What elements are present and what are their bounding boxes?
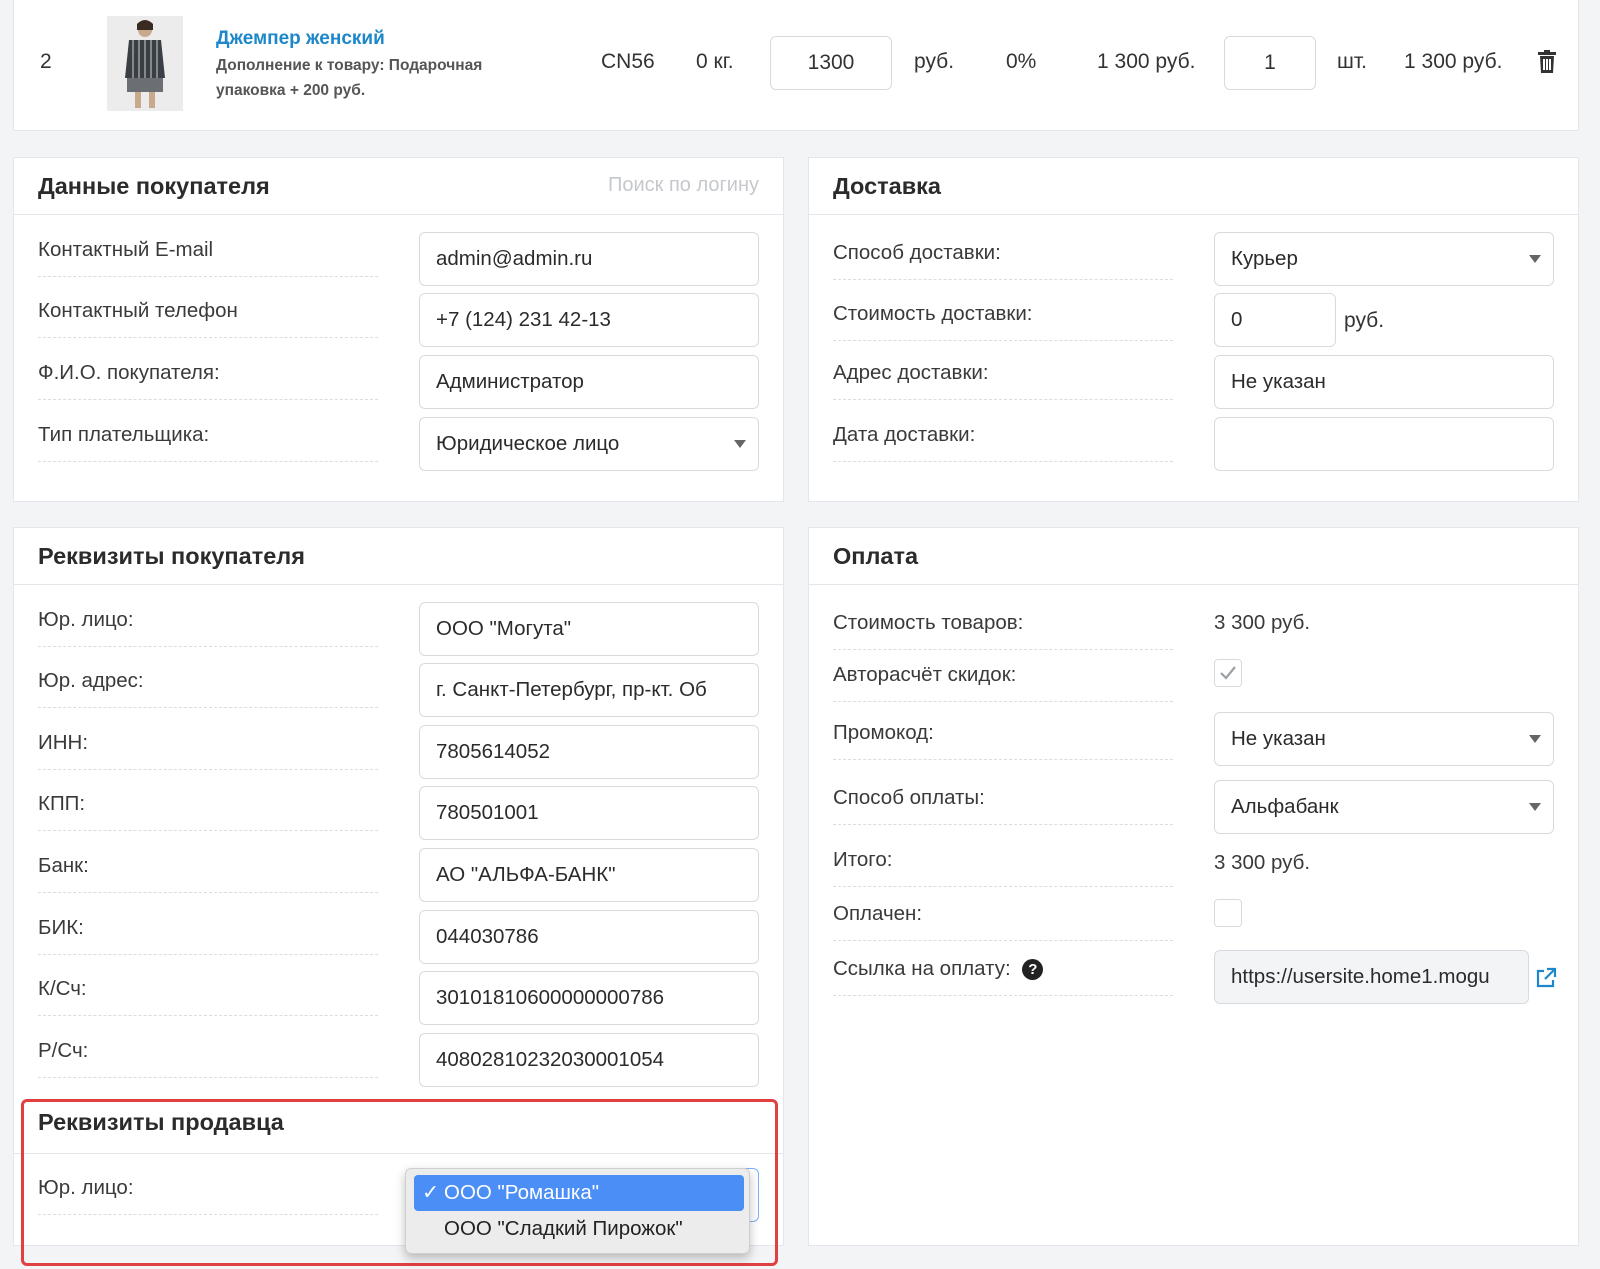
- total-label: Итого:: [833, 848, 1173, 887]
- product-code: CN56: [601, 50, 655, 73]
- seller-entity-dropdown[interactable]: ✓ ООО "Ромашка" ООО "Сладкий Пирожок": [405, 1168, 750, 1254]
- payment-method-select[interactable]: Альфабанк: [1214, 780, 1554, 834]
- delivery-address-field[interactable]: Не указан: [1214, 355, 1554, 409]
- requisite-label: КПП:: [38, 792, 378, 831]
- payment-link-label: Ссылка на оплату: ?: [833, 957, 1173, 996]
- bank-field[interactable]: АО "АЛЬФА-БАНК": [419, 848, 759, 902]
- buyer-requisites-title: Реквизиты покупателя: [38, 543, 305, 569]
- requisite-label: Юр. лицо:: [38, 608, 378, 647]
- goods-cost-value: 3 300 руб.: [1214, 611, 1311, 634]
- product-name-link[interactable]: Джемпер женский: [216, 28, 385, 50]
- requisite-label: Банк:: [38, 854, 378, 893]
- paid-label: Оплачен:: [833, 902, 1173, 941]
- delivery-method-select[interactable]: Курьер: [1214, 232, 1554, 286]
- goods-cost-label: Стоимость товаров:: [833, 611, 1173, 650]
- question-icon[interactable]: ?: [1022, 959, 1044, 980]
- email-label: Контактный E-mail: [38, 238, 378, 277]
- buyer-data-title: Данные покупателя: [38, 173, 270, 199]
- payment-link-label-text: Ссылка на оплату:: [833, 957, 1011, 980]
- delivery-method-label: Способ доставки:: [833, 241, 1173, 280]
- fio-field[interactable]: Администратор: [419, 355, 759, 409]
- settlement-account-field[interactable]: 40802810232030001054: [419, 1033, 759, 1087]
- product-weight: 0 кг.: [696, 50, 734, 73]
- payment-link-field[interactable]: https://usersite.home1.mogu: [1214, 950, 1529, 1004]
- requisite-label: Р/Сч:: [38, 1039, 378, 1078]
- paid-checkbox[interactable]: [1214, 899, 1242, 927]
- delivery-date-label: Дата доставки:: [833, 423, 1173, 462]
- checkmark-icon: ✓: [422, 1181, 440, 1204]
- payment-title: Оплата: [833, 543, 919, 569]
- buyer-data-panel: Данные покупателя Поиск по логину Контак…: [13, 157, 784, 502]
- legal-address-field[interactable]: г. Санкт-Петербург, пр-кт. Об: [419, 663, 759, 717]
- external-link-icon[interactable]: [1535, 967, 1557, 994]
- delivery-cost-field[interactable]: 0: [1214, 293, 1336, 347]
- price-total: 1 300 руб.: [1097, 50, 1196, 73]
- dropdown-option[interactable]: ООО "Сладкий Пирожок": [414, 1211, 744, 1247]
- price-input[interactable]: 1300: [770, 36, 892, 90]
- product-sum: 1 300 руб.: [1404, 50, 1503, 73]
- fio-label: Ф.И.О. покупателя:: [38, 361, 378, 400]
- inn-field[interactable]: 7805614052: [419, 725, 759, 779]
- delivery-title: Доставка: [833, 173, 941, 199]
- delivery-panel: Доставка Способ доставки: Курьер Стоимос…: [808, 157, 1579, 502]
- email-field[interactable]: admin@admin.ru: [419, 232, 759, 286]
- payment-method-label: Способ оплаты:: [833, 786, 1173, 825]
- check-icon: [1220, 666, 1236, 680]
- dropdown-option[interactable]: ✓ ООО "Ромашка": [414, 1175, 744, 1211]
- order-product-row: 2 Джемпер женский Дополнение к товару: П…: [13, 0, 1579, 131]
- autocalc-label: Авторасчёт скидок:: [833, 663, 1173, 702]
- requisite-label: Юр. адрес:: [38, 669, 378, 708]
- promo-select[interactable]: Не указан: [1214, 712, 1554, 766]
- discount: 0%: [1006, 50, 1037, 73]
- product-thumbnail[interactable]: [107, 16, 183, 111]
- delivery-cost-label: Стоимость доставки:: [833, 302, 1173, 341]
- payer-type-label: Тип плательщика:: [38, 423, 378, 462]
- product-number: 2: [40, 50, 52, 73]
- requisite-label: БИК:: [38, 916, 378, 955]
- requisite-label: ИНН:: [38, 731, 378, 770]
- dropdown-option-label: ООО "Ромашка": [444, 1181, 600, 1204]
- bik-field[interactable]: 044030786: [419, 910, 759, 964]
- trash-icon[interactable]: [1537, 50, 1557, 74]
- delivery-date-field[interactable]: [1214, 417, 1554, 471]
- product-addon: Дополнение к товару: Подарочная упаковка…: [216, 57, 483, 99]
- payer-type-select[interactable]: Юридическое лицо: [419, 417, 759, 471]
- quantity-input[interactable]: 1: [1224, 36, 1316, 90]
- dropdown-option-label: ООО "Сладкий Пирожок": [444, 1217, 683, 1240]
- login-search-input[interactable]: Поиск по логину: [608, 174, 759, 197]
- corr-account-field[interactable]: 30101810600000000786: [419, 971, 759, 1025]
- delivery-cost-unit: руб.: [1344, 309, 1385, 332]
- requisite-label: К/Сч:: [38, 977, 378, 1016]
- payment-panel: Оплата Стоимость товаров: 3 300 руб. Авт…: [808, 527, 1579, 1246]
- phone-field[interactable]: +7 (124) 231 42-13: [419, 293, 759, 347]
- delivery-address-label: Адрес доставки:: [833, 361, 1173, 400]
- legal-entity-field[interactable]: ООО "Могута": [419, 602, 759, 656]
- kpp-field[interactable]: 780501001: [419, 786, 759, 840]
- total-value: 3 300 руб.: [1214, 851, 1311, 874]
- promo-label: Промокод:: [833, 721, 1173, 760]
- price-unit: руб.: [914, 50, 955, 73]
- autocalc-checkbox[interactable]: [1214, 659, 1242, 687]
- phone-label: Контактный телефон: [38, 299, 378, 338]
- quantity-unit: шт.: [1337, 50, 1367, 73]
